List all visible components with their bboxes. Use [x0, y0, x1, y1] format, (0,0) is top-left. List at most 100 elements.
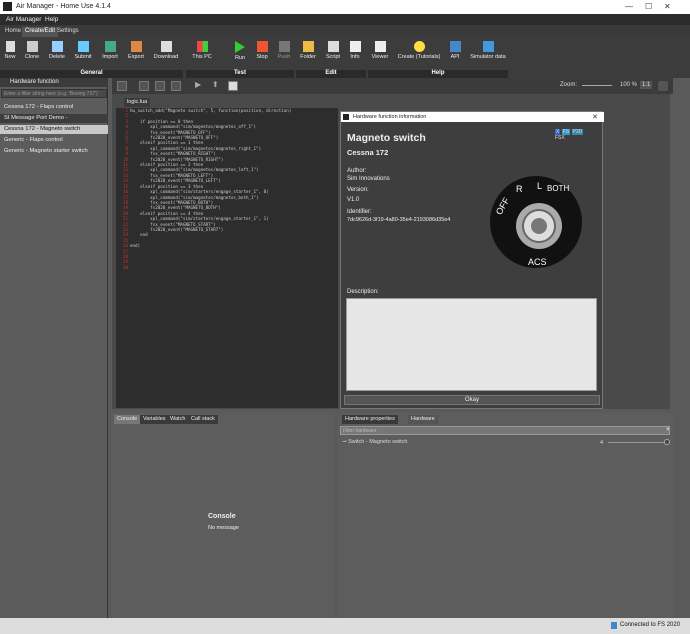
tab-call-stack[interactable]: Call stack: [188, 415, 218, 424]
cut-icon[interactable]: [139, 81, 149, 91]
tab-hardware-properties[interactable]: Hardware properties: [342, 415, 398, 424]
line-numbers: 1 2 3 4 5 6 7 8 9 10 11 12 13 14 15 16 1…: [122, 108, 128, 270]
tab-bar: Home Create/Edit Settings: [0, 25, 690, 37]
okay-button[interactable]: Okay: [344, 395, 600, 405]
author-label: Author:: [347, 168, 367, 174]
this-pc-button[interactable]: This PC: [188, 41, 216, 60]
dialog-close-button[interactable]: ✕: [592, 113, 598, 121]
tab-console[interactable]: Console: [114, 415, 141, 424]
step-icon[interactable]: ⬆: [212, 81, 222, 91]
list-item-selected[interactable]: Cessna 172 - Magneto switch: [0, 125, 108, 134]
play-icon[interactable]: ▶: [195, 81, 205, 91]
fsx-badge: FSX: [555, 135, 565, 141]
push-button[interactable]: Push: [271, 41, 297, 60]
label-both: BOTH: [547, 184, 569, 193]
import-icon: [104, 41, 116, 52]
hardware-function-panel: Hardware function Enter a filter string …: [0, 78, 108, 618]
console-panel: Console Variables Watch Call stack Conso…: [112, 413, 335, 618]
tab-hardware[interactable]: Hardware: [408, 415, 438, 424]
app-icon: [3, 2, 12, 11]
info-button[interactable]: Info: [342, 41, 368, 60]
viewer-button[interactable]: Viewer: [367, 41, 393, 60]
tab-settings[interactable]: Settings: [54, 27, 82, 37]
tab-variables[interactable]: Variables: [140, 415, 169, 424]
p3d-badge: P3D: [571, 129, 584, 135]
version-label: Version:: [347, 187, 369, 193]
editor-toolbar: ▶ ⬆ Zoom: 100 % 1:1: [112, 78, 673, 94]
title-bar: Air Manager - Home Use 4.1.4 — ☐ ✕: [0, 0, 690, 14]
push-icon: [278, 41, 290, 52]
import-button[interactable]: Import: [97, 41, 123, 60]
connection-status: Connected to FS 2020: [620, 622, 681, 628]
magneto-switch-image: OFF R L BOTH ACS: [490, 176, 582, 268]
console-message: No message: [208, 525, 239, 531]
download-button[interactable]: Download: [151, 41, 181, 60]
ratio-button[interactable]: 1:1: [640, 81, 653, 89]
gear-icon[interactable]: [658, 81, 668, 91]
zoom-label: Zoom:: [560, 82, 578, 88]
save-icon[interactable]: [117, 81, 127, 91]
filter-input[interactable]: Enter a filter string here (e.g. 'Boeing…: [1, 89, 107, 98]
folder-button[interactable]: Folder: [295, 41, 321, 60]
tab-home[interactable]: Home: [2, 27, 24, 37]
list-group[interactable]: SI Message Port Demo -: [0, 114, 108, 123]
info-icon: [349, 41, 361, 52]
dialog-heading: Magneto switch: [347, 132, 426, 144]
submit-button[interactable]: Submit: [70, 41, 96, 60]
api-button[interactable]: API: [442, 41, 468, 60]
zoom-value: 100 %: [620, 82, 638, 88]
group-edit: Edit: [296, 70, 366, 78]
dialog-icon: [343, 114, 349, 120]
minimize-button[interactable]: —: [625, 2, 633, 11]
slider-handle[interactable]: [664, 439, 670, 445]
tab-watch[interactable]: Watch: [167, 415, 189, 424]
lightbulb-icon: [413, 41, 425, 52]
dialog-title-bar: Hardware function information: [341, 112, 604, 122]
panel-header: Hardware function: [0, 78, 108, 87]
clear-filter-icon[interactable]: ×: [666, 427, 670, 433]
pause-icon[interactable]: [228, 81, 238, 91]
clone-button[interactable]: Clone: [19, 41, 45, 60]
export-button[interactable]: Export: [123, 41, 149, 60]
simulator-data-button[interactable]: Simulator data: [468, 41, 508, 60]
label-acs: ACS: [528, 257, 547, 267]
description-box[interactable]: [346, 298, 597, 391]
new-icon: [5, 41, 15, 52]
window-title: Air Manager - Home Use 4.1.4: [16, 3, 111, 10]
hardware-filter-input[interactable]: Filter hardware: [340, 426, 670, 435]
copy-icon[interactable]: [155, 81, 165, 91]
code-editor[interactable]: 1 2 3 4 5 6 7 8 9 10 11 12 13 14 15 16 1…: [116, 108, 338, 408]
list-item[interactable]: Cessna 172 - Flaps control: [0, 103, 108, 112]
menu-help[interactable]: Help: [45, 16, 58, 23]
api-icon: [449, 41, 461, 52]
group-general: General: [0, 70, 183, 78]
platform-badges: X FS P3D FSX: [555, 129, 591, 141]
position-slider[interactable]: [608, 439, 670, 445]
connection-icon: [611, 622, 617, 629]
clone-icon: [26, 41, 38, 52]
console-title: Console: [208, 513, 236, 520]
list-item[interactable]: Generic - Flaps control: [0, 136, 108, 145]
menu-air-manager[interactable]: Air Manager: [6, 16, 41, 23]
description-label: Description:: [347, 289, 379, 295]
maximize-button[interactable]: ☐: [645, 2, 652, 11]
paste-icon[interactable]: [171, 81, 181, 91]
identifier-value: 7dc9626d-3f19-4a80-35e4-2193086d35e4: [347, 217, 451, 223]
close-button[interactable]: ✕: [664, 2, 671, 11]
file-tab[interactable]: logic.lua: [124, 98, 151, 107]
group-help: Help: [368, 70, 508, 78]
code-text[interactable]: hw_switch_add("Magneto switch", 5, funct…: [130, 108, 291, 249]
zoom-slider[interactable]: [582, 85, 612, 86]
create-tutorials-button[interactable]: Create (Tutorials): [396, 41, 442, 60]
ribbon-toolbar: New Clone Delete Submit Import Export Do…: [0, 37, 690, 78]
delete-button[interactable]: Delete: [44, 41, 70, 60]
export-icon: [130, 41, 142, 52]
label-r: R: [516, 184, 523, 194]
trash-icon: [51, 41, 63, 52]
status-bar: Connected to FS 2020: [0, 618, 690, 634]
tab-create-edit[interactable]: Create/Edit: [22, 27, 59, 37]
download-icon: [160, 41, 172, 52]
group-test: Test: [186, 70, 294, 78]
switch-key: [531, 218, 547, 234]
list-item[interactable]: Generic - Magneto starter switch: [0, 147, 108, 156]
